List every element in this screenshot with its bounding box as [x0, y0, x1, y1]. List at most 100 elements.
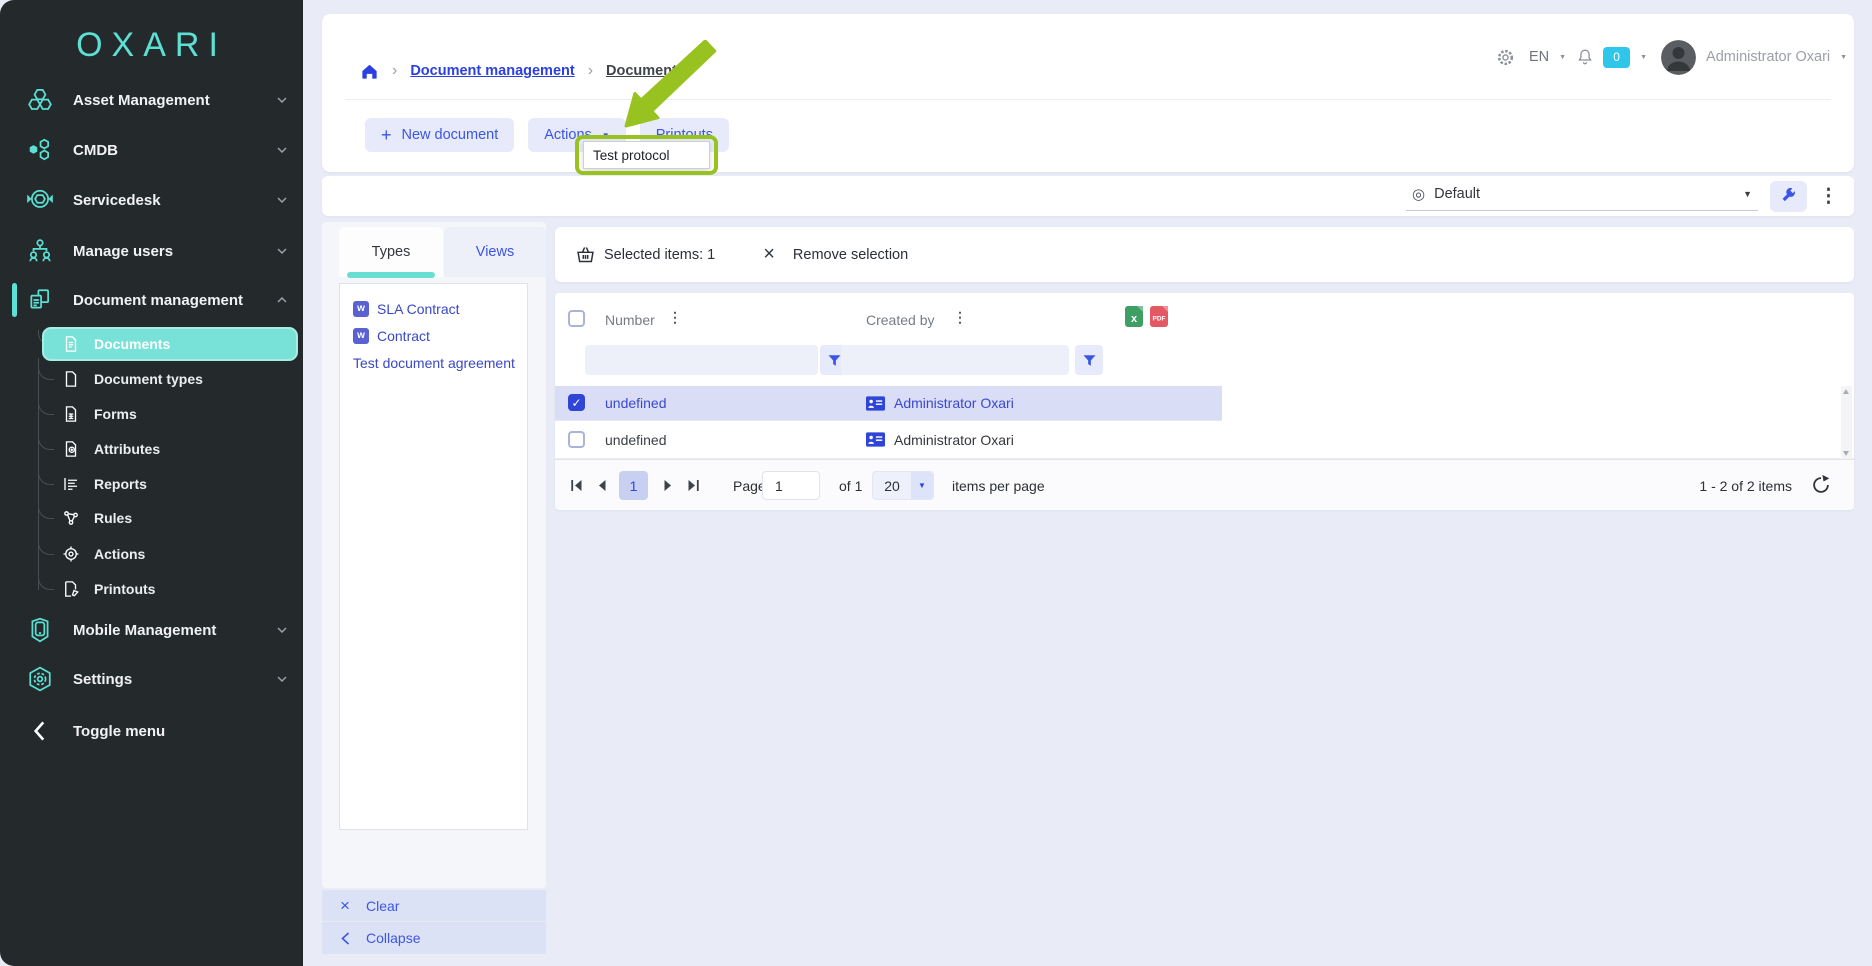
sidebar-item-cmdb[interactable]: CMDB — [0, 128, 303, 172]
select-all-checkbox[interactable] — [568, 310, 585, 327]
sidebar-item-manage-users[interactable]: Manage users — [0, 229, 303, 273]
row-checkbox[interactable] — [568, 431, 585, 448]
type-item-sla-contract[interactable]: w SLA Contract — [353, 295, 527, 322]
header-user-area: EN ▼ 0 ▼ Administrator Oxari ▼ — [1496, 40, 1857, 74]
view-select-value: Default — [1434, 186, 1734, 202]
type-item-label: Test document agreement — [353, 355, 515, 371]
sidebar-item-label: Rules — [94, 510, 132, 526]
view-selector-bar: ◎ Default ▼ ⋮ — [322, 176, 1854, 216]
scroll-down-arrow[interactable] — [1843, 451, 1849, 456]
sidebar-item-label: Settings — [73, 671, 132, 688]
chevron-up-icon — [277, 297, 287, 303]
remove-selection-button[interactable]: × Remove selection — [763, 243, 908, 266]
document-types-icon — [62, 370, 80, 388]
row-checkbox-checked[interactable]: ✓ — [568, 394, 585, 411]
avatar[interactable] — [1661, 40, 1696, 75]
type-item-test-document-agreement[interactable]: Test document agreement — [353, 349, 527, 376]
home-icon[interactable] — [360, 62, 379, 81]
previous-page-button[interactable] — [589, 472, 616, 499]
sidebar-item-label: Servicedesk — [73, 192, 161, 209]
bell-icon[interactable] — [1576, 47, 1594, 67]
export-excel-icon[interactable]: x — [1125, 306, 1143, 327]
column-menu-kebab[interactable]: ⋮ — [953, 310, 967, 324]
actions-icon — [62, 545, 80, 563]
servicedesk-icon — [27, 187, 53, 213]
printouts-icon — [62, 580, 80, 598]
next-page-button[interactable] — [654, 472, 681, 499]
reports-icon — [62, 475, 80, 493]
export-pdf-icon[interactable]: PDF — [1150, 306, 1168, 327]
first-page-button[interactable] — [563, 472, 590, 499]
sidebar-item-asset-management[interactable]: Asset Management — [0, 78, 303, 122]
page-number-button[interactable]: 1 — [619, 471, 648, 500]
refresh-icon[interactable] — [1810, 474, 1832, 496]
number-filter-input[interactable] — [585, 345, 818, 375]
sidebar-item-label: Document management — [73, 292, 243, 309]
clear-button[interactable]: × Clear — [322, 890, 546, 921]
divider — [345, 99, 1831, 100]
new-document-label: New document — [402, 127, 499, 143]
user-name[interactable]: Administrator Oxari — [1706, 49, 1830, 65]
sidebar-item-printouts[interactable]: Printouts — [54, 572, 294, 606]
tab-types[interactable]: Types — [339, 227, 443, 277]
toggle-menu-button[interactable]: Toggle menu — [0, 709, 303, 753]
page-header-card: › Document management › Documents + New … — [322, 14, 1854, 172]
toggle-menu-label: Toggle menu — [73, 723, 165, 740]
sidebar-item-documents-active[interactable]: Documents — [42, 327, 298, 361]
word-doc-icon: w — [353, 328, 369, 344]
breadcrumb-link-document-management[interactable]: Document management — [410, 63, 574, 79]
sidebar-item-reports[interactable]: Reports — [54, 467, 294, 501]
items-range-label: 1 - 2 of 2 items — [1699, 460, 1792, 510]
column-menu-kebab[interactable]: ⋮ — [668, 310, 682, 324]
attributes-icon — [62, 440, 80, 458]
grid-vertical-scrollbar[interactable] — [1841, 386, 1852, 459]
sidebar-item-servicedesk[interactable]: Servicedesk — [0, 178, 303, 222]
page-size-select[interactable]: 20 ▼ — [872, 471, 934, 500]
table-row[interactable]: undefined Administrator Oxari — [555, 421, 1854, 459]
page-number-input[interactable] — [762, 471, 820, 500]
chevron-down-icon: ▼ — [1840, 54, 1847, 61]
sidebar-item-forms[interactable]: Forms — [54, 397, 294, 431]
sidebar-item-document-management[interactable]: Document management — [0, 278, 303, 322]
scroll-up-arrow[interactable] — [1843, 389, 1849, 394]
sidebar-item-mobile-management[interactable]: Mobile Management — [0, 608, 303, 652]
breadcrumb-current-documents[interactable]: Documents — [606, 63, 685, 79]
sidebar-item-label: Printouts — [94, 581, 155, 597]
collapse-button[interactable]: Collapse — [322, 922, 546, 954]
type-item-label: SLA Contract — [377, 301, 460, 317]
created-by-filter-button[interactable] — [1075, 345, 1103, 375]
asset-management-icon — [27, 87, 53, 113]
chevron-down-icon — [277, 248, 287, 254]
chevron-down-icon: ▼ — [1640, 54, 1647, 61]
created-by-filter-input[interactable] — [841, 345, 1069, 375]
sidebar-item-settings[interactable]: Settings — [0, 657, 303, 701]
cmdb-icon — [27, 137, 53, 163]
sidebar: OXARI Asset Management CMDB Servicedesk … — [0, 0, 303, 966]
mobile-management-icon — [27, 617, 53, 643]
settings-icon — [27, 666, 53, 692]
new-document-button[interactable]: + New document — [365, 118, 514, 152]
pagination-bar: 1 Page of 1 20 ▼ items per page 1 - 2 of… — [555, 459, 1854, 510]
sidebar-item-label: CMDB — [73, 142, 118, 159]
table-row-selected[interactable]: ✓ undefined Administrator Oxari — [555, 386, 1222, 421]
clear-label: Clear — [366, 898, 399, 914]
types-views-panel: Types Views w SLA Contract w Contract Te… — [322, 222, 546, 888]
last-page-button[interactable] — [680, 472, 707, 499]
sidebar-item-document-types[interactable]: Document types — [54, 362, 294, 396]
sidebar-item-rules[interactable]: Rules — [54, 501, 294, 535]
column-header-number[interactable]: Number — [605, 312, 655, 328]
funnel-icon — [827, 353, 842, 368]
sidebar-item-attributes[interactable]: Attributes — [54, 432, 294, 466]
view-more-options-kebab[interactable]: ⋮ — [1819, 187, 1838, 206]
view-settings-button[interactable] — [1770, 181, 1807, 212]
language-selector[interactable]: EN — [1529, 49, 1549, 65]
view-select-dropdown[interactable]: ◎ Default ▼ — [1406, 181, 1758, 211]
printouts-menu-item-test-protocol[interactable]: Test protocol — [583, 141, 710, 169]
notification-count-badge[interactable]: 0 — [1603, 47, 1630, 68]
gear-icon[interactable] — [1496, 48, 1515, 67]
type-item-contract[interactable]: w Contract — [353, 322, 527, 349]
tab-views[interactable]: Views — [444, 227, 546, 277]
column-header-created-by[interactable]: Created by — [866, 312, 934, 328]
svg-text:PDF: PDF — [1153, 316, 1166, 323]
sidebar-item-actions[interactable]: Actions — [54, 537, 294, 571]
